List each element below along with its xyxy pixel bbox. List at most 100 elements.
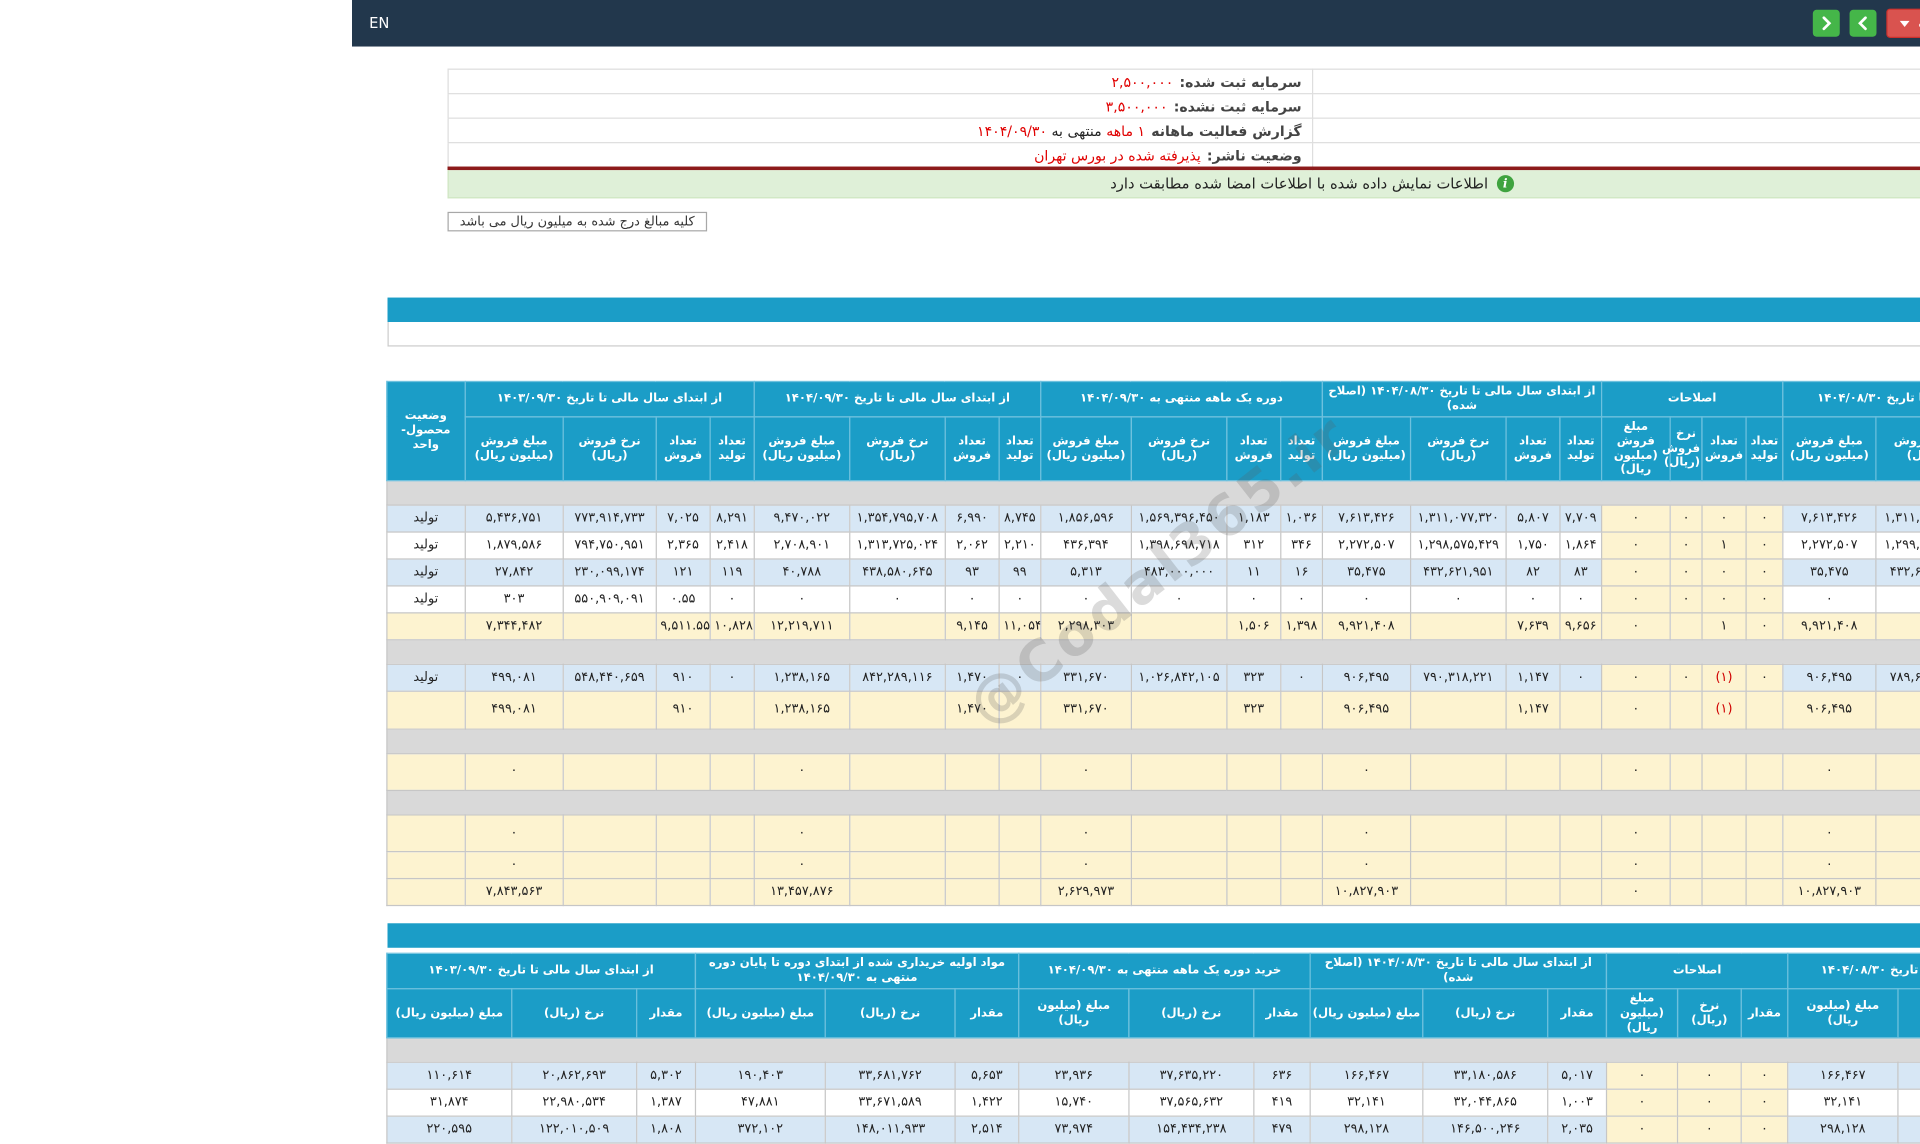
value-cell: ۴۹۹,۰۸۱ <box>464 663 564 693</box>
table-row: مواد اولیه داخلی: <box>386 1037 1920 1064</box>
value-cell: ۱,۱۴۷ <box>1505 663 1561 693</box>
row-status <box>386 752 466 791</box>
value-cell <box>1226 878 1282 907</box>
info-cell: سال مالی منتهی به:۱۴۰۴/۱۲/۲۹ <box>1311 142 1920 169</box>
value-cell: ۰ <box>848 585 946 614</box>
value-cell: ۰ <box>1745 663 1784 693</box>
value-cell <box>1745 690 1784 730</box>
value-cell: ۰ <box>1409 585 1507 614</box>
row-status: تولید <box>386 663 466 693</box>
value-cell <box>1875 612 1920 641</box>
value-cell <box>848 612 946 641</box>
value-cell: ۴۰,۷۸۸ <box>753 558 851 587</box>
value-cell <box>1669 612 1703 641</box>
value-cell: ۰ <box>1605 1089 1679 1118</box>
value-cell: ۱۲۱ <box>655 558 711 587</box>
row-status: تولید <box>386 504 466 533</box>
value-cell <box>1130 851 1228 880</box>
value-cell <box>709 851 755 880</box>
value-cell: ۰ <box>1782 585 1877 614</box>
value-cell <box>1875 878 1920 907</box>
column-header: مبلغ (میلیون ریال) <box>694 987 826 1039</box>
value-cell <box>998 690 1042 730</box>
value-cell <box>562 752 657 791</box>
value-cell <box>1745 851 1784 880</box>
value-cell: ۶۳۶ <box>1253 1062 1311 1091</box>
value-cell: ۱۴۶,۵۰۰,۲۴۶ <box>1897 1116 1920 1144</box>
value-cell: ۰ <box>1605 1062 1679 1091</box>
value-cell: ۳۴۶ <box>1280 531 1323 560</box>
value-cell <box>1669 752 1703 791</box>
value-cell: ۱۹۰,۴۰۳ <box>694 1062 826 1091</box>
value-cell: ۰ <box>1600 531 1671 560</box>
column-header: مقدار <box>635 987 696 1039</box>
language-toggle-en[interactable]: EN <box>369 15 389 32</box>
top-bar-right-group: گزارش فعالیت ماهانه گزارش فعالیت <box>1812 8 1920 38</box>
value-cell <box>944 878 1000 907</box>
value-cell: ۰ <box>1740 1116 1789 1144</box>
table-row: دولومیتتن۱,۰۰۳۳۲,۰۴۴,۸۶۵۳۲,۱۴۱۰۰۰۱,۰۰۳۳۲… <box>386 1089 1920 1118</box>
value-cell: ۰ <box>1321 851 1412 880</box>
value-cell: ۰ <box>1280 585 1323 614</box>
value-cell <box>1226 851 1282 880</box>
value-cell <box>944 851 1000 880</box>
value-cell: ۰ <box>1745 612 1784 641</box>
value-cell: ۱,۰۳۶ <box>1280 504 1323 533</box>
value-cell: ۱۱ <box>1226 558 1282 587</box>
value-cell: ۶,۹۹۰ <box>944 504 1000 533</box>
column-header: تعداد فروش <box>944 416 1000 482</box>
column-header: نرخ فروش (ریال) <box>1875 416 1920 482</box>
value-cell <box>1130 612 1228 641</box>
value-cell: ۱,۲۹۸,۵۷۵,۴۲۹ <box>1409 531 1507 560</box>
value-cell: ۲,۲۷۲,۵۰۷ <box>1321 531 1412 560</box>
value-cell: ۵,۰۱۷ <box>1547 1062 1608 1091</box>
section-header-sales: تولید و فروش <box>387 297 1920 323</box>
table-row: تخفیفات۰۰۰۰۰۰ <box>386 851 1920 880</box>
column-header: تعداد تولید <box>1280 416 1323 482</box>
value-cell <box>1505 851 1561 880</box>
value-cell <box>1745 814 1784 853</box>
prev-report-button[interactable] <box>1812 9 1840 37</box>
column-header: مبلغ فروش (میلیون ریال) <box>1321 416 1412 482</box>
value-cell: ۱,۳۹۸ <box>1280 612 1323 641</box>
value-cell: ۳۷,۵۶۵,۶۳۲ <box>1128 1089 1255 1118</box>
column-header: نرخ فروش (ریال) <box>1662 416 1703 482</box>
column-header: اصلاحات <box>1600 380 1784 418</box>
value-cell: ۰ <box>1701 504 1747 533</box>
value-cell: ۱۶۶,۴۶۷ <box>1787 1062 1899 1091</box>
value-cell <box>1875 814 1920 853</box>
next-report-button[interactable] <box>1849 9 1877 37</box>
column-header: از ابتدای سال مالی تا تاریخ ۱۴۰۳/۰۹/۳۰ <box>386 952 696 990</box>
row-status <box>386 612 466 641</box>
value-cell <box>1559 690 1603 730</box>
value-cell <box>1280 878 1323 907</box>
report-type-dropdown[interactable]: گزارش فعالیت <box>1886 8 1920 38</box>
value-cell: ۰ <box>753 851 851 880</box>
value-cell <box>655 851 711 880</box>
value-cell: ۵,۴۳۶,۷۵۱ <box>464 504 564 533</box>
value-cell <box>1745 878 1784 907</box>
value-cell: ۵,۸۰۷ <box>1505 504 1561 533</box>
value-cell: ۰ <box>753 752 851 791</box>
value-cell: ۷۹۰,۳۱۸,۲۲۱ <box>1409 663 1507 693</box>
value-cell: ۳۲,۰۴۴,۸۶۵ <box>1422 1089 1549 1118</box>
column-header: مبلغ (میلیون ریال) <box>386 987 513 1039</box>
column-header: از ابتدای سال مالی تا تاریخ ۱۴۰۴/۰۸/۳۰ <box>1782 380 1920 418</box>
value-cell <box>1409 690 1507 730</box>
value-cell: ۷,۳۴۴,۴۸۲ <box>464 612 564 641</box>
value-cell <box>1701 752 1747 791</box>
table-row: جمع فروش صادراتی۱,۱۴۸۹۰۶,۴۹۵(۱)۰۱,۱۴۷۹۰۶… <box>386 690 1920 730</box>
column-header: نرخ فروش (ریال) <box>1130 416 1228 482</box>
value-cell: ۳۳,۶۷۱,۵۸۹ <box>824 1089 956 1118</box>
column-header: نرخ (ریال) <box>1897 987 1920 1039</box>
value-cell: ۴۷,۸۸۱ <box>694 1089 826 1118</box>
value-cell <box>944 814 1000 853</box>
value-cell <box>1130 814 1228 853</box>
column-header: از ابتدای سال مالی تا تاریخ ۱۴۰۴/۰۸/۳۰ (… <box>1309 952 1608 990</box>
value-cell: ۵۴۸,۴۴۰,۶۵۹ <box>562 663 657 693</box>
value-cell: ۱,۸۰۸ <box>635 1116 696 1144</box>
value-cell: ۰ <box>1782 814 1877 853</box>
value-cell: ۰ <box>1669 504 1703 533</box>
info-cell: کد صنعت (ISIC):۵۴۱۰۰۹ <box>1311 117 1920 144</box>
value-cell <box>1226 752 1282 791</box>
